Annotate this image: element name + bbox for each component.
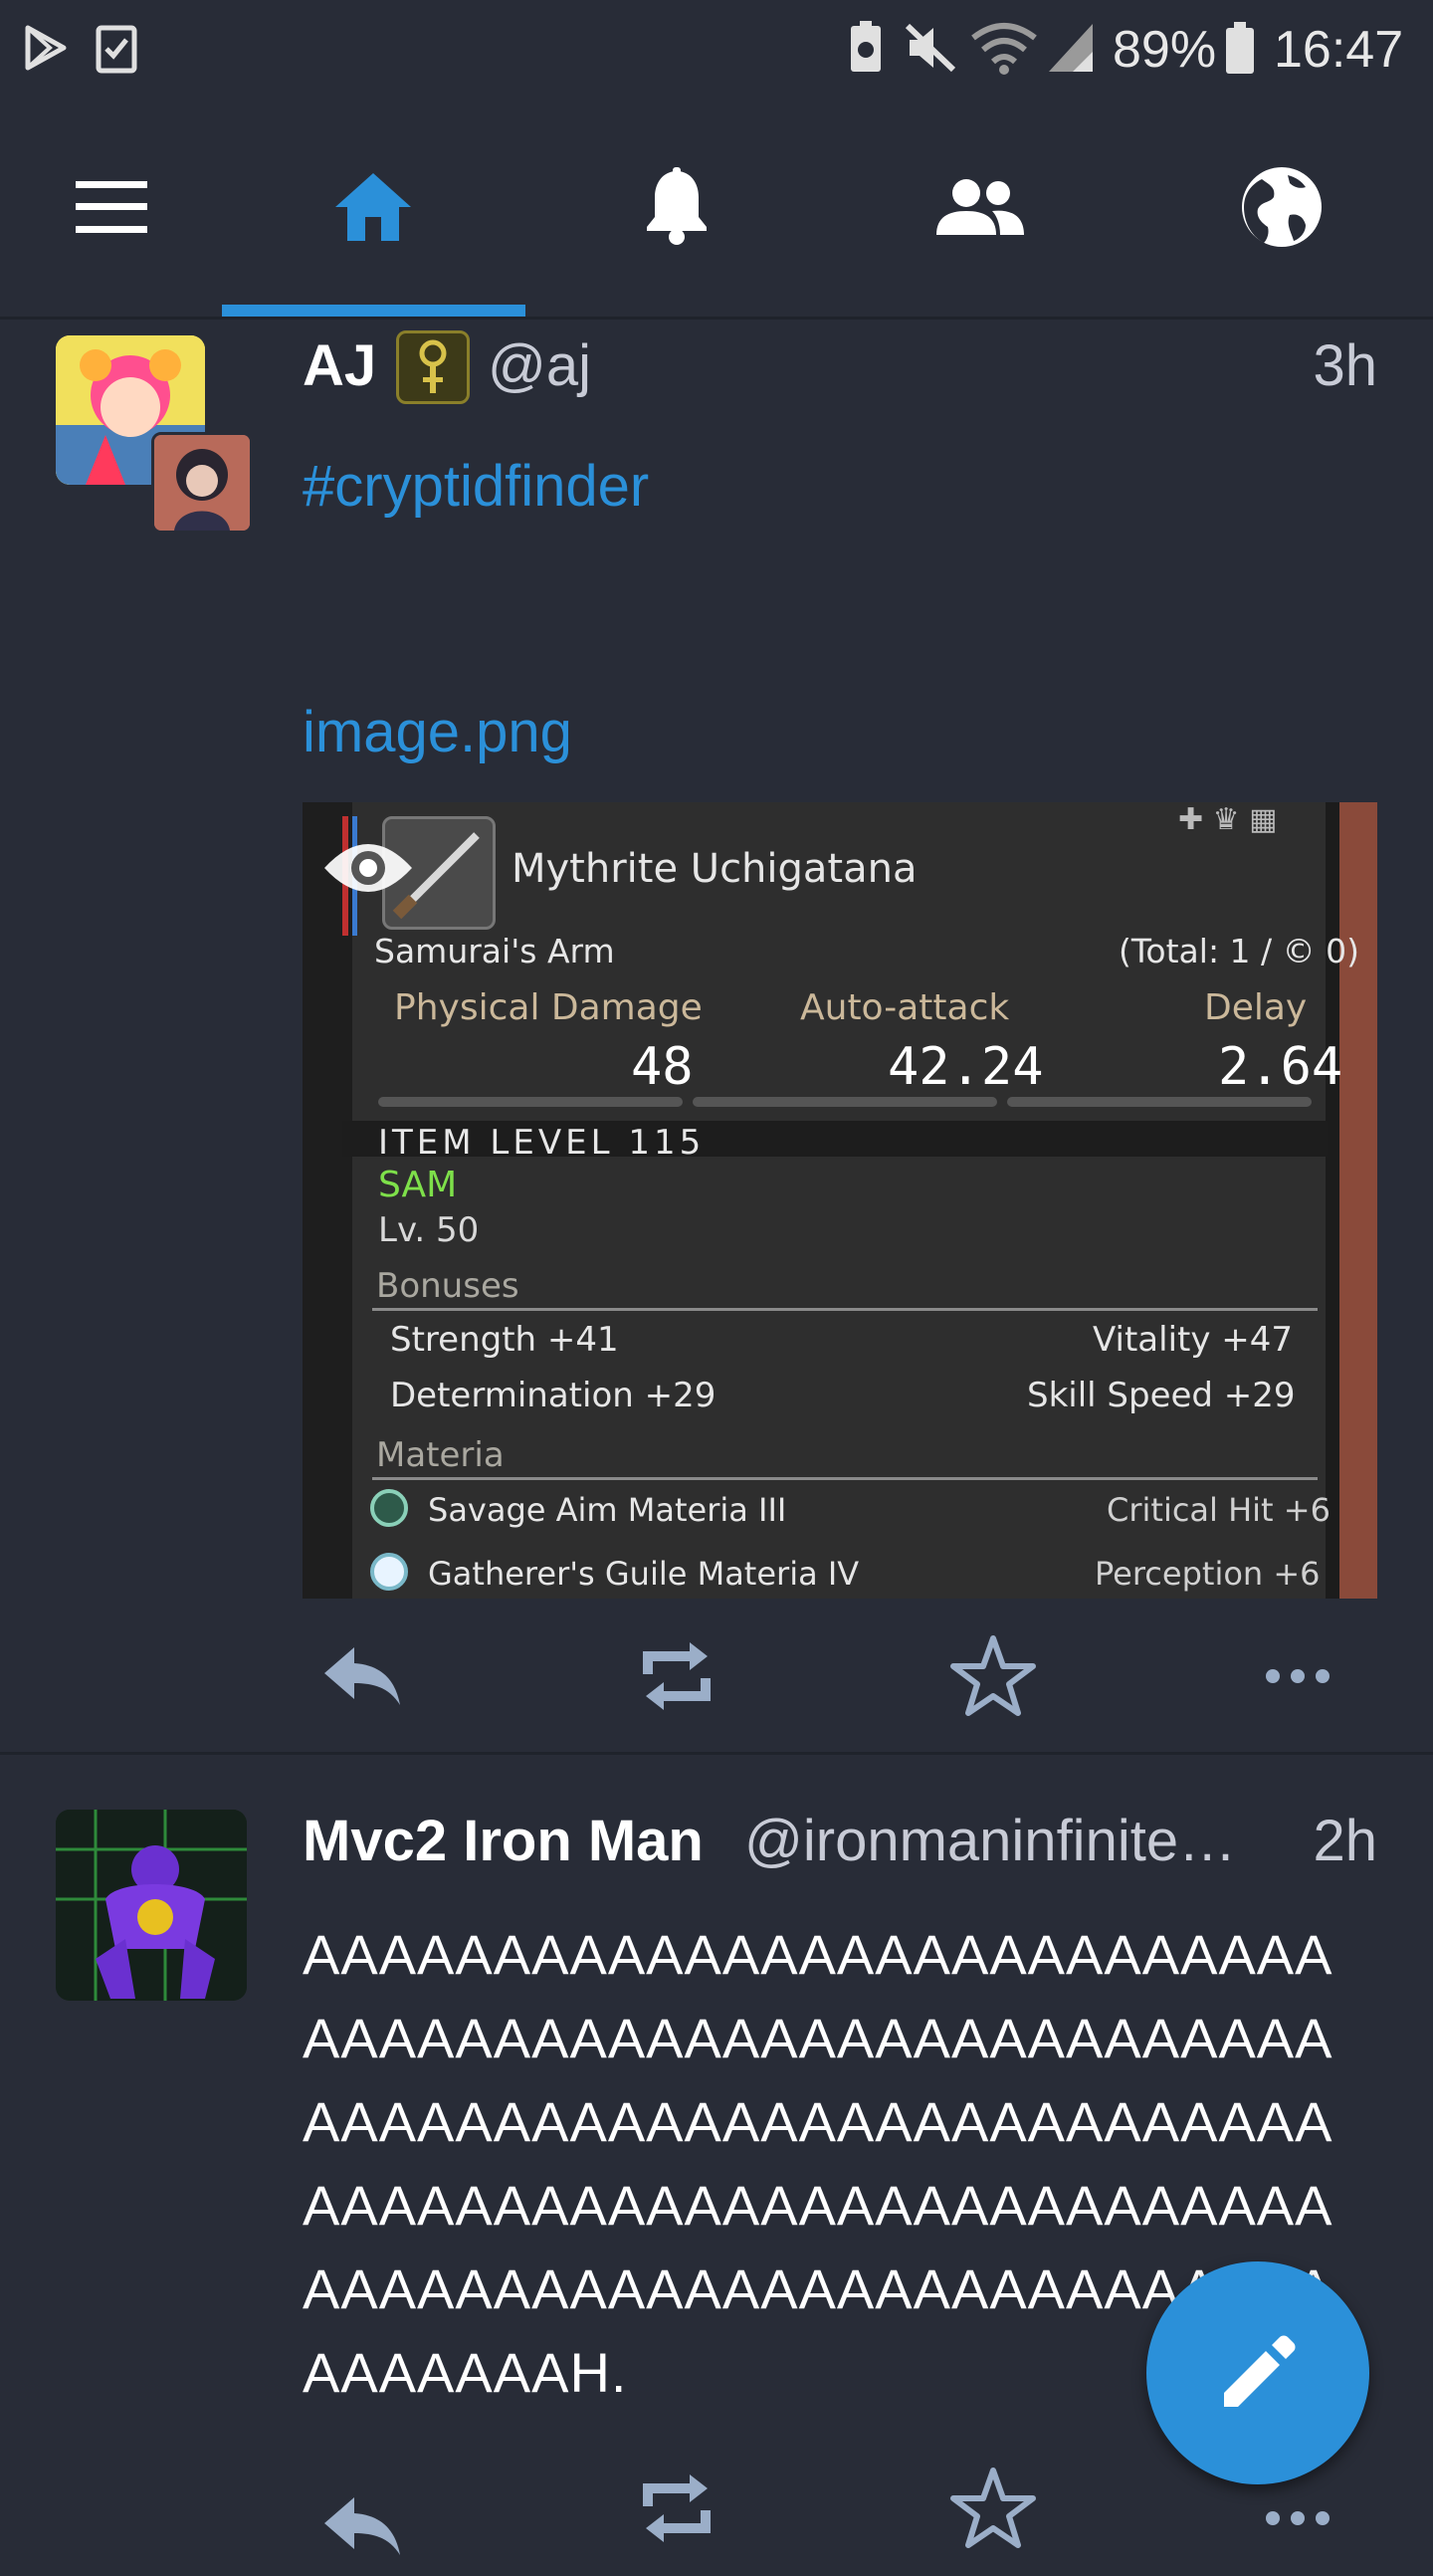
federated-timeline-tab[interactable] xyxy=(1232,157,1331,257)
bonus-stat: Vitality +47 xyxy=(1093,1320,1294,1360)
reply-button[interactable] xyxy=(312,2476,412,2576)
bonus-stat: Skill Speed +29 xyxy=(1027,1376,1296,1415)
avatar[interactable] xyxy=(56,1810,247,2001)
item-total: (Total: 1 / © 0) xyxy=(1119,932,1360,970)
boost-icon xyxy=(643,1642,711,1710)
materia-name: Gatherer's Guile Materia IV xyxy=(428,1555,860,1593)
more-button[interactable] xyxy=(1248,1626,1347,1726)
more-icon xyxy=(1266,2511,1330,2525)
home-tab[interactable] xyxy=(323,157,423,257)
materia-effect: Perception +6 xyxy=(1095,1555,1321,1593)
favourite-button[interactable] xyxy=(943,1626,1043,1726)
compose-button[interactable] xyxy=(1146,2261,1369,2484)
boost-icon xyxy=(643,2474,711,2542)
materia-icon xyxy=(370,1489,408,1527)
globe-icon xyxy=(1242,167,1322,247)
more-icon xyxy=(1266,1669,1330,1683)
mute-icon xyxy=(904,22,959,79)
clock: 16:47 xyxy=(1274,21,1404,79)
job: SAM xyxy=(378,1165,458,1205)
play-store-icon xyxy=(24,24,68,77)
star-icon xyxy=(950,2468,1036,2548)
boost-button[interactable] xyxy=(627,1626,726,1726)
stat-header: Auto-attack xyxy=(800,987,1010,1028)
stat-header: Delay xyxy=(1204,987,1308,1028)
signal-icon xyxy=(1047,22,1095,79)
username[interactable]: @aj xyxy=(488,332,591,399)
media-attachment[interactable]: Mythrite Uchigatana ✚ ♛ ▦ Samurai's Arm … xyxy=(303,802,1377,1599)
stat-value: 2.64 xyxy=(1218,1037,1343,1097)
wifi-icon xyxy=(971,20,1037,81)
favourite-button[interactable] xyxy=(943,2459,1043,2558)
timestamp[interactable]: 2h xyxy=(1274,1808,1377,1874)
materia-name: Savage Aim Materia III xyxy=(428,1491,787,1529)
materia-heading: Materia xyxy=(376,1435,505,1475)
custom-emoji-icon xyxy=(396,330,470,404)
bonus-stat: Strength +41 xyxy=(390,1320,619,1360)
battery-icon xyxy=(1224,20,1256,81)
attachment-link[interactable]: image.png xyxy=(303,699,572,765)
stat-header: Physical Damage xyxy=(394,987,703,1028)
materia-icon xyxy=(370,1553,408,1591)
hashtag-link[interactable]: #cryptidfinder xyxy=(303,453,649,520)
divider xyxy=(0,1752,1433,1755)
timestamp[interactable]: 3h xyxy=(1174,332,1377,399)
materia-effect: Critical Hit +6 xyxy=(1107,1491,1331,1529)
active-tab-indicator xyxy=(222,305,525,317)
people-icon xyxy=(936,179,1024,235)
display-name[interactable]: AJ xyxy=(303,332,376,399)
required-level: Lv. 50 xyxy=(378,1210,480,1250)
item-flags-icon: ✚ ♛ ▦ xyxy=(1178,802,1278,837)
bell-icon xyxy=(647,167,707,245)
star-icon xyxy=(950,1635,1036,1716)
username[interactable]: @ironmaninfinite… xyxy=(744,1808,1236,1874)
home-icon xyxy=(335,173,411,241)
item-category: Samurai's Arm xyxy=(374,932,615,970)
boost-button[interactable] xyxy=(627,2459,726,2558)
top-navigation xyxy=(0,98,1433,320)
battery-percent: 89% xyxy=(1113,21,1217,79)
item-level: ITEM LEVEL 115 xyxy=(378,1123,706,1163)
pencil-icon xyxy=(1224,2335,1296,2407)
status-bar: 89% 16:47 xyxy=(0,0,1433,98)
local-timeline-tab[interactable] xyxy=(930,157,1030,257)
stat-value: 48 xyxy=(631,1037,694,1097)
bonuses-heading: Bonuses xyxy=(376,1266,519,1306)
stat-value: 42.24 xyxy=(888,1037,1044,1097)
reply-icon xyxy=(324,1647,400,1705)
task-check-icon xyxy=(96,22,137,79)
item-name: Mythrite Uchigatana xyxy=(512,846,918,892)
notifications-tab[interactable] xyxy=(627,157,726,257)
battery-saver-icon xyxy=(848,20,884,79)
reply-button[interactable] xyxy=(312,1626,412,1726)
menu-icon[interactable] xyxy=(62,157,161,257)
display-name[interactable]: Mvc2 Iron Man xyxy=(303,1808,704,1874)
reblogger-avatar[interactable] xyxy=(151,432,253,534)
bonus-stat: Determination +29 xyxy=(390,1376,716,1415)
eye-icon[interactable] xyxy=(322,834,414,906)
